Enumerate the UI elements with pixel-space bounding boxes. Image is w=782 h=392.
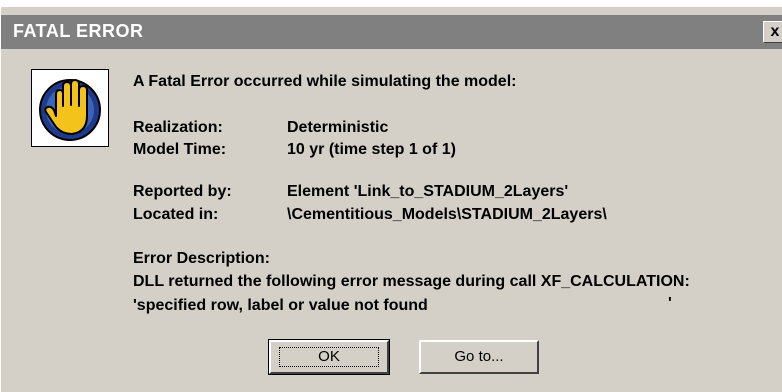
realization-label: Realization: bbox=[133, 119, 223, 136]
close-button[interactable]: x bbox=[763, 21, 782, 43]
dialog-title: FATAL ERROR bbox=[13, 21, 144, 41]
error-message-line2: 'specified row, label or value not found bbox=[133, 297, 428, 314]
error-heading: A Fatal Error occurred while simulating … bbox=[133, 73, 517, 90]
ok-button-label: OK bbox=[318, 348, 340, 365]
model-time-value: 10 yr (time step 1 of 1) bbox=[287, 141, 456, 158]
located-in-label: Located in: bbox=[133, 206, 219, 223]
title-bar[interactable]: FATAL ERROR x bbox=[1, 15, 782, 49]
error-description-label: Error Description: bbox=[133, 250, 270, 267]
error-message-trailing-quote: ' bbox=[668, 295, 672, 312]
error-message-line1: DLL returned the following error message… bbox=[133, 273, 690, 290]
ok-button[interactable]: OK bbox=[268, 339, 390, 375]
close-icon: x bbox=[770, 23, 780, 40]
goto-button-label: Go to... bbox=[454, 348, 504, 365]
reported-by-value: Element 'Link_to_STADIUM_2Layers' bbox=[287, 183, 569, 200]
goto-button[interactable]: Go to... bbox=[419, 340, 539, 374]
stop-hand-icon bbox=[39, 79, 101, 141]
reported-by-label: Reported by: bbox=[133, 183, 232, 200]
located-in-value: \Cementitious_Models\STADIUM_2Layers\ bbox=[287, 206, 607, 223]
fatal-error-dialog: FATAL ERROR x A Fatal Error occurred whi… bbox=[0, 6, 782, 392]
model-time-label: Model Time: bbox=[133, 141, 227, 158]
stop-hand-icon-frame bbox=[31, 69, 109, 147]
realization-value: Deterministic bbox=[287, 119, 389, 136]
